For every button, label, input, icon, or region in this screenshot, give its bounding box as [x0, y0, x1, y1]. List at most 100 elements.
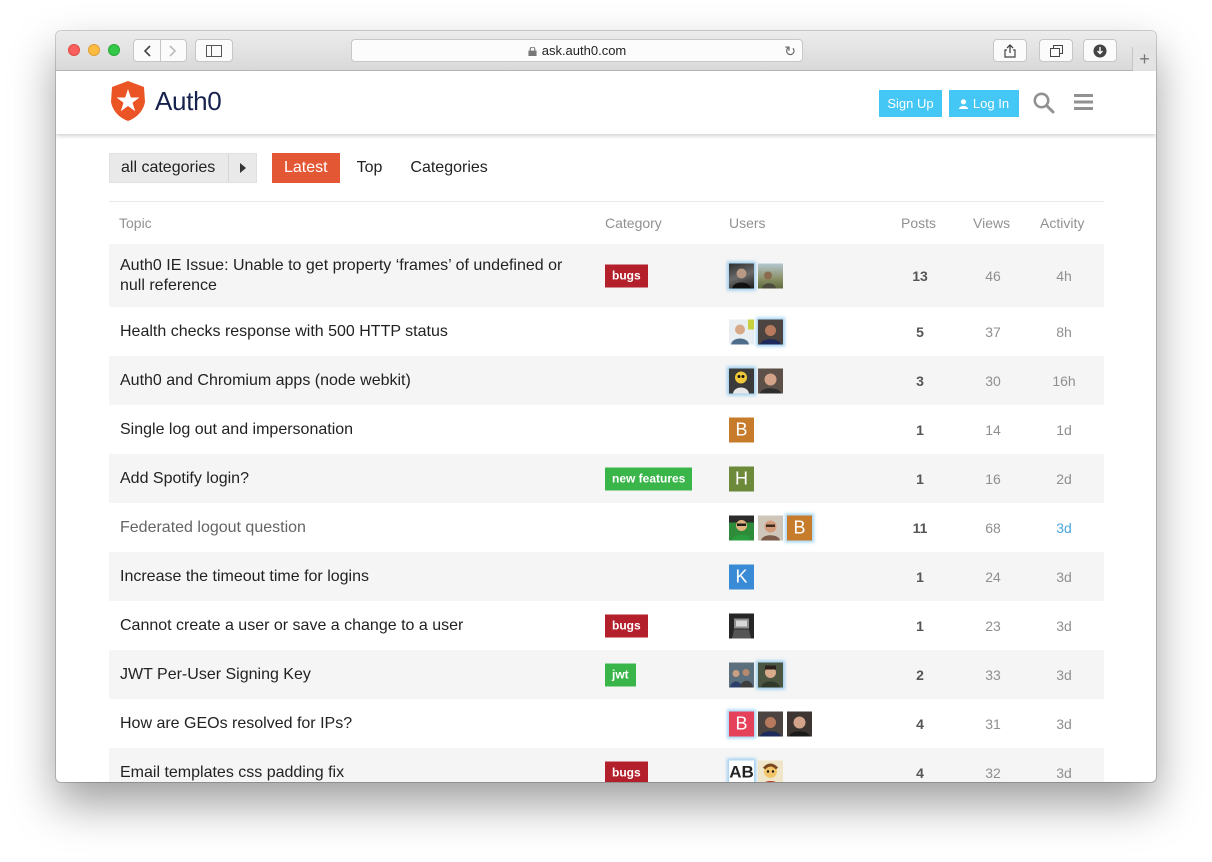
address-bar[interactable]: ask.auth0.com ↻ — [351, 39, 803, 62]
topic-users: K — [729, 564, 758, 589]
avatar[interactable]: AB — [729, 760, 754, 782]
avatar[interactable] — [758, 711, 783, 736]
topic-users — [729, 662, 787, 687]
topic-title-link[interactable]: JWT Per-User Signing Key — [120, 665, 580, 685]
category-dropdown[interactable]: all categories — [109, 153, 257, 183]
avatar[interactable] — [729, 515, 754, 540]
topic-title-link[interactable]: Federated logout question — [120, 518, 580, 538]
category-badge[interactable]: bugs — [605, 761, 648, 782]
header-activity[interactable]: Activity — [1040, 215, 1084, 231]
close-window-button[interactable] — [68, 44, 80, 56]
reload-icon[interactable]: ↻ — [784, 43, 796, 60]
category-badge[interactable]: jwt — [605, 663, 636, 686]
forward-icon[interactable] — [161, 40, 187, 61]
post-count: 2 — [916, 666, 924, 683]
tabs-icon — [1049, 44, 1063, 57]
site-logo[interactable]: Auth0 — [109, 80, 222, 122]
table-row[interactable]: JWT Per-User Signing Key jwt 2 33 3d — [109, 650, 1104, 699]
topic-list: Topic Category Users Posts Views Activit… — [109, 201, 1104, 782]
activity-time[interactable]: 1d — [1029, 422, 1099, 438]
avatar[interactable] — [729, 613, 754, 638]
table-row[interactable]: Auth0 IE Issue: Unable to get property ‘… — [109, 244, 1104, 307]
header-users[interactable]: Users — [729, 215, 766, 231]
avatar[interactable]: B — [729, 711, 754, 736]
table-row[interactable]: Federated logout question B 11 68 3d — [109, 503, 1104, 552]
downloads-button[interactable] — [1083, 39, 1117, 62]
category-dropdown-label: all categories — [121, 159, 216, 176]
avatar[interactable] — [758, 319, 783, 344]
log-in-button[interactable]: Log In — [949, 90, 1019, 117]
tab-categories[interactable]: Categories — [410, 153, 487, 183]
activity-time[interactable]: 16h — [1029, 373, 1099, 389]
activity-time[interactable]: 3d — [1029, 716, 1099, 732]
avatar[interactable] — [729, 263, 754, 288]
tab-top[interactable]: Top — [357, 153, 383, 183]
activity-time[interactable]: 8h — [1029, 324, 1099, 340]
avatar[interactable] — [758, 263, 783, 288]
topic-title-link[interactable]: Auth0 IE Issue: Unable to get property ‘… — [120, 256, 580, 296]
topic-title-link[interactable]: How are GEOs resolved for IPs? — [120, 714, 580, 734]
activity-time[interactable]: 3d — [1029, 520, 1099, 536]
back-icon[interactable] — [134, 40, 161, 61]
hamburger-menu-icon[interactable] — [1074, 94, 1093, 110]
header-category[interactable]: Category — [605, 215, 662, 231]
post-count: 1 — [916, 470, 924, 487]
sidebar-toggle-button[interactable] — [195, 39, 233, 62]
topic-title-link[interactable]: Health checks response with 500 HTTP sta… — [120, 322, 580, 342]
avatar[interactable] — [729, 368, 754, 393]
view-count: 23 — [985, 617, 1001, 634]
activity-time[interactable]: 2d — [1029, 471, 1099, 487]
activity-time[interactable]: 3d — [1029, 569, 1099, 585]
table-row[interactable]: Add Spotify login? new features H 1 16 2… — [109, 454, 1104, 503]
activity-time[interactable]: 3d — [1029, 765, 1099, 781]
header-posts[interactable]: Posts — [901, 215, 936, 231]
topic-title-link[interactable]: Increase the timeout time for logins — [120, 567, 580, 587]
table-row[interactable]: Increase the timeout time for logins K 1… — [109, 552, 1104, 601]
post-count: 4 — [916, 715, 924, 732]
avatar[interactable]: B — [729, 417, 754, 442]
sign-up-button[interactable]: Sign Up — [879, 90, 942, 117]
avatar[interactable] — [758, 662, 783, 687]
topic-title-link[interactable]: Cannot create a user or save a change to… — [120, 616, 580, 636]
category-badge[interactable]: bugs — [605, 264, 648, 287]
share-button[interactable] — [993, 39, 1027, 62]
avatar[interactable]: H — [729, 466, 754, 491]
avatar[interactable] — [729, 319, 754, 344]
topic-title-link[interactable]: Email templates css padding fix — [120, 763, 580, 783]
tab-latest[interactable]: Latest — [272, 153, 340, 183]
activity-time[interactable]: 3d — [1029, 618, 1099, 634]
tabs-overview-button[interactable] — [1039, 39, 1073, 62]
topic-title-link[interactable]: Auth0 and Chromium apps (node webkit) — [120, 371, 580, 391]
avatar[interactable] — [758, 760, 783, 782]
lock-icon — [528, 47, 537, 56]
category-badge[interactable]: new features — [605, 467, 693, 490]
table-row[interactable]: Auth0 and Chromium apps (node webkit) 3 … — [109, 356, 1104, 405]
avatar[interactable]: B — [787, 515, 812, 540]
url-text: ask.auth0.com — [541, 43, 627, 58]
search-icon[interactable] — [1033, 92, 1055, 114]
table-row[interactable]: Cannot create a user or save a change to… — [109, 601, 1104, 650]
topic-title-link[interactable]: Single log out and impersonation — [120, 420, 580, 440]
post-count: 1 — [916, 421, 924, 438]
header-topic[interactable]: Topic — [119, 215, 152, 231]
avatar[interactable] — [758, 515, 783, 540]
avatar[interactable]: K — [729, 564, 754, 589]
caret-right-icon[interactable] — [228, 154, 256, 182]
activity-time[interactable]: 3d — [1029, 667, 1099, 683]
minimize-window-button[interactable] — [88, 44, 100, 56]
table-row[interactable]: How are GEOs resolved for IPs? B 4 31 3d — [109, 699, 1104, 748]
topic-title-link[interactable]: Add Spotify login? — [120, 469, 580, 489]
post-count: 1 — [916, 617, 924, 634]
log-in-label: Log In — [972, 96, 1010, 111]
maximize-window-button[interactable] — [108, 44, 120, 56]
avatar[interactable] — [787, 711, 812, 736]
header-views[interactable]: Views — [973, 215, 1010, 231]
table-row[interactable]: Email templates css padding fix bugs AB … — [109, 748, 1104, 782]
avatar[interactable] — [758, 368, 783, 393]
new-tab-button[interactable]: + — [1132, 47, 1156, 71]
table-row[interactable]: Single log out and impersonation B 1 14 … — [109, 405, 1104, 454]
category-badge[interactable]: bugs — [605, 614, 648, 637]
activity-time[interactable]: 4h — [1029, 268, 1099, 284]
table-row[interactable]: Health checks response with 500 HTTP sta… — [109, 307, 1104, 356]
avatar[interactable] — [729, 662, 754, 687]
